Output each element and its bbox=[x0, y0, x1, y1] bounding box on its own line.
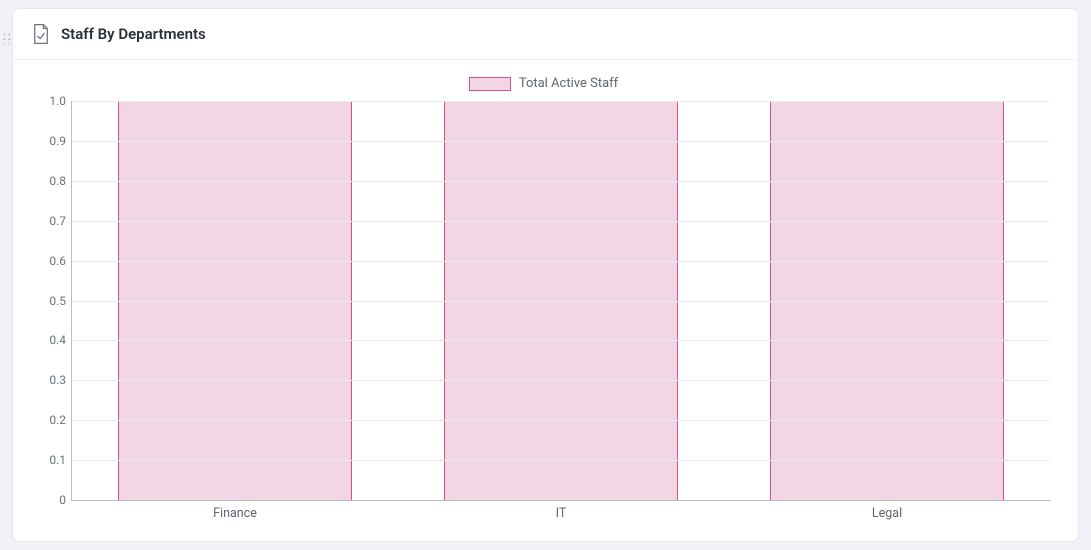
gridline bbox=[72, 181, 1050, 182]
y-axis-tick: 0.4 bbox=[32, 333, 66, 347]
x-axis-label: Legal bbox=[872, 506, 902, 521]
gridline bbox=[72, 141, 1050, 142]
y-axis-tick: 0 bbox=[32, 493, 66, 507]
legend-label: Total Active Staff bbox=[519, 76, 618, 91]
plot-region: FinanceITLegal 00.10.20.30.40.50.60.70.8… bbox=[71, 101, 1050, 501]
gridline bbox=[72, 301, 1050, 302]
y-axis-tick: 0.8 bbox=[32, 174, 66, 188]
y-axis-tick: 0.5 bbox=[32, 294, 66, 308]
gridline bbox=[72, 380, 1050, 381]
gridline bbox=[72, 221, 1050, 222]
drag-handle-icon[interactable] bbox=[2, 32, 14, 44]
document-icon bbox=[31, 23, 51, 45]
y-axis-tick: 0.6 bbox=[32, 254, 66, 268]
card-title: Staff By Departments bbox=[61, 25, 206, 43]
gridline bbox=[72, 460, 1050, 461]
gridline bbox=[72, 101, 1050, 102]
y-axis-tick: 0.1 bbox=[32, 453, 66, 467]
y-axis-tick: 0.2 bbox=[32, 413, 66, 427]
x-axis-label: IT bbox=[556, 506, 567, 521]
y-axis-tick: 0.7 bbox=[32, 214, 66, 228]
legend-item-total-active-staff[interactable]: Total Active Staff bbox=[21, 76, 1066, 91]
y-axis-tick: 1.0 bbox=[32, 94, 66, 108]
legend-swatch bbox=[469, 77, 511, 91]
y-axis-tick: 0.3 bbox=[32, 373, 66, 387]
card-header: Staff By Departments bbox=[13, 9, 1078, 60]
x-axis-label: Finance bbox=[213, 506, 257, 521]
y-axis-tick: 0.9 bbox=[32, 134, 66, 148]
chart-card: Staff By Departments Total Active Staff … bbox=[12, 8, 1079, 542]
gridline bbox=[72, 340, 1050, 341]
chart-area: Total Active Staff FinanceITLegal 00.10.… bbox=[13, 60, 1078, 541]
gridline bbox=[72, 420, 1050, 421]
gridline bbox=[72, 261, 1050, 262]
